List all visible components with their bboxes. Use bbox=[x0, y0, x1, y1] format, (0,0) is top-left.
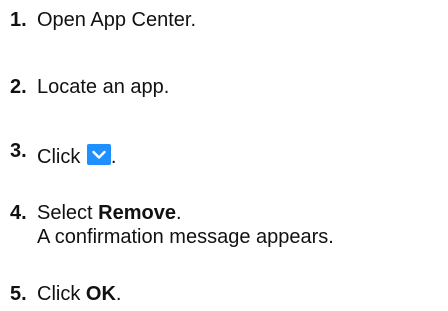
step-text-after: . bbox=[110, 146, 117, 168]
step-text: Open App Center. bbox=[37, 9, 197, 31]
step-5: 5. Click OK. bbox=[10, 282, 121, 306]
step-text-before: Click bbox=[37, 146, 86, 168]
step-3: 3. Click . bbox=[10, 140, 117, 169]
step-number: 3. bbox=[10, 140, 27, 162]
step-4: 4. Select Remove. A confirmation message … bbox=[10, 201, 334, 249]
step-text: Locate an app. bbox=[37, 76, 170, 98]
remove-option-label: Remove bbox=[98, 202, 176, 224]
step-number: 1. bbox=[10, 9, 27, 31]
step-number: 4. bbox=[10, 202, 27, 224]
chevron-down-icon bbox=[86, 144, 111, 165]
step-number: 5. bbox=[10, 283, 27, 305]
ok-button-label: OK bbox=[85, 283, 116, 305]
step-text-before: Select bbox=[37, 202, 99, 224]
step-text-after: . bbox=[115, 283, 122, 305]
step-subtext: A confirmation message appears. bbox=[37, 226, 334, 248]
step-1: 1. Open App Center. bbox=[10, 8, 196, 32]
instruction-steps: 1. Open App Center. 2. Locate an app. 3. Cl… bbox=[0, 0, 448, 311]
step-number: 2. bbox=[10, 76, 27, 98]
step-2: 2. Locate an app. bbox=[10, 75, 169, 99]
step-text-after: . bbox=[175, 202, 182, 224]
step-text-before: Click bbox=[37, 283, 86, 305]
